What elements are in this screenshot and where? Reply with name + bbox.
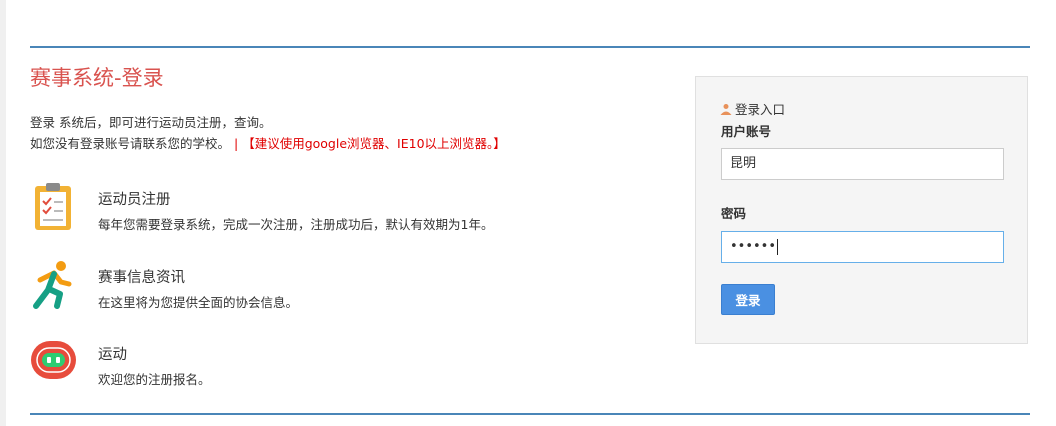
username-input[interactable]: 昆明 <box>721 148 1004 180</box>
username-value: 昆明 <box>730 156 757 171</box>
feature-athlete-registration: 运动员注册 每年您需要登录系统，完成一次注册，注册成功后，默认有效期为1年。 <box>30 182 650 242</box>
feature-description: 欢迎您的注册报名。 <box>98 372 211 387</box>
feature-description: 每年您需要登录系统，完成一次注册，注册成功后，默认有效期为1年。 <box>98 217 494 232</box>
browser-notice: 【建议使用google浏览器、IE10以上浏览器。】 <box>242 136 506 151</box>
login-panel: 登录入口 用户账号 昆明 密码 •••••• 登录 <box>695 76 1028 344</box>
runner-icon <box>30 260 76 310</box>
password-value: •••••• <box>730 239 777 254</box>
notice-separator: | <box>234 136 239 151</box>
login-header: 登录入口 <box>720 99 785 118</box>
running-track-icon <box>30 337 76 387</box>
login-button[interactable]: 登录 <box>721 284 775 315</box>
intro-text: 登录 系统后，即可进行运动员注册，查询。 如您没有登录账号请联系您的学校。 | … <box>30 112 506 154</box>
intro-line-1: 登录 系统后，即可进行运动员注册，查询。 <box>30 115 272 130</box>
feature-title: 运动 <box>98 347 127 363</box>
clipboard-checklist-icon <box>30 182 76 232</box>
contact-school-text: 如您没有登录账号请联系您的学校。 <box>30 136 231 151</box>
feature-sports: 运动 欢迎您的注册报名。 <box>30 337 650 397</box>
password-input[interactable]: •••••• <box>721 231 1004 263</box>
login-header-label: 登录入口 <box>735 102 786 117</box>
text-caret <box>777 238 779 255</box>
feature-title: 赛事信息资讯 <box>98 270 185 286</box>
username-label: 用户账号 <box>721 124 772 139</box>
feature-title: 运动员注册 <box>98 192 171 208</box>
feature-event-news: 赛事信息资讯 在这里将为您提供全面的协会信息。 <box>30 260 650 320</box>
intro-line-2: 如您没有登录账号请联系您的学校。 | 【建议使用google浏览器、IE10以上… <box>30 133 506 154</box>
feature-description: 在这里将为您提供全面的协会信息。 <box>98 295 299 310</box>
top-divider <box>30 46 1030 48</box>
bottom-divider <box>30 413 1030 415</box>
password-label: 密码 <box>721 206 747 221</box>
left-gutter <box>0 0 6 426</box>
user-icon <box>720 103 732 118</box>
page-title: 赛事系统-登录 <box>30 66 164 90</box>
